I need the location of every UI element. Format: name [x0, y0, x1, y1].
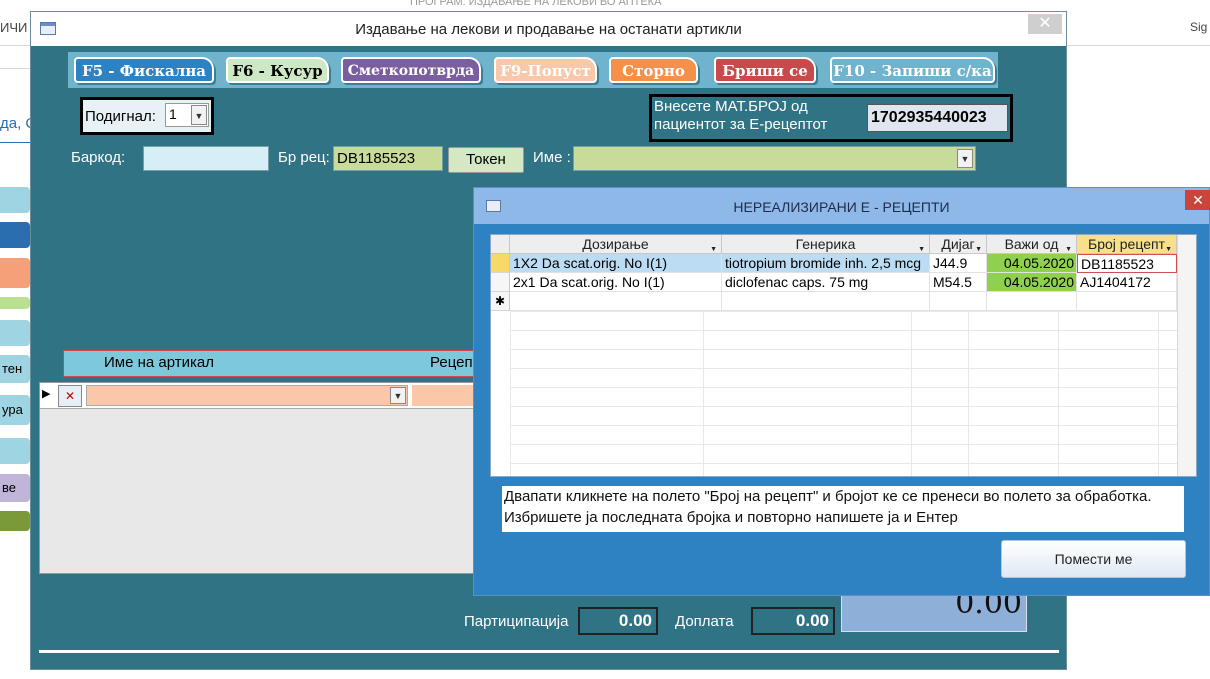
grid-line: [911, 311, 912, 476]
name-label: Име :: [533, 149, 571, 166]
background-side-button[interactable]: [0, 258, 30, 288]
instructions-text: Двапати кликнете на полето "Број на реце…: [502, 486, 1184, 532]
storno-button[interactable]: Сторно: [609, 57, 698, 83]
change-button[interactable]: F6 - Кусур: [226, 57, 329, 83]
save-button[interactable]: F10 - Запиши с/ка: [830, 57, 995, 83]
raised-by-box: Подигнал: 1 ▼: [80, 97, 214, 135]
background-divider: [0, 68, 30, 69]
article-grid: ▶ ✕ ▼: [39, 382, 480, 574]
column-header-generic[interactable]: Генерика ▼: [722, 235, 930, 254]
prescriptions-grid: Дозирање ▼ Генерика ▼ Дијаг ▼ Важи од ▼ Број…: [490, 234, 1197, 477]
cell-valid-from[interactable]: 04.05.2020: [987, 273, 1077, 292]
cell-recipe-number[interactable]: [1077, 292, 1177, 311]
column-header-valid-from[interactable]: Важи од ▼: [987, 235, 1077, 254]
article-name-combo[interactable]: ▼: [86, 385, 408, 406]
cell-valid-from[interactable]: 04.05.2020: [987, 254, 1077, 273]
fiscal-button[interactable]: F5 - Фискална: [74, 57, 214, 83]
mat-number-label: Внесете МАТ.БРОЈ од пациентот за Е-рецеп…: [654, 98, 828, 133]
row-selector[interactable]: [491, 254, 510, 273]
cell-generic[interactable]: tiotropium bromide inh. 2,5 mcg: [722, 254, 930, 273]
raised-by-select[interactable]: 1 ▼: [165, 103, 209, 127]
cell-diagnosis[interactable]: J44.9: [930, 254, 987, 273]
background-sign-link[interactable]: Sig: [1190, 20, 1207, 34]
cell-recipe-number[interactable]: AJ1404172: [1077, 273, 1177, 292]
delete-row-icon[interactable]: ✕: [58, 385, 82, 407]
barcode-input[interactable]: [143, 146, 269, 171]
select-all-corner[interactable]: [491, 235, 510, 254]
place-me-button[interactable]: Помести ме: [1001, 540, 1186, 578]
article-name-header: Име на артикал: [104, 354, 214, 371]
column-header-recipe-number[interactable]: Број рецепт ▼: [1077, 235, 1177, 254]
background-side-button[interactable]: [0, 222, 30, 248]
grid-scrollbar[interactable]: [1177, 235, 1196, 476]
grid-line: [1158, 311, 1159, 476]
cell-diagnosis[interactable]: M54.5: [930, 273, 987, 292]
background-side-button[interactable]: [0, 297, 30, 309]
cell-recipe-number[interactable]: DB1185523: [1077, 254, 1177, 273]
cell-generic[interactable]: [722, 292, 930, 311]
background-side-button[interactable]: [0, 511, 30, 531]
barcode-label: Баркод:: [71, 149, 126, 166]
participation-value: 0.00: [578, 607, 658, 635]
background-side-button[interactable]: ве: [0, 474, 30, 502]
delete-button[interactable]: Бриши се: [714, 57, 816, 83]
mat-number-input[interactable]: 1702935440023: [867, 104, 1008, 132]
grid-line: [968, 311, 969, 476]
total-amount: 0.00: [841, 589, 1027, 632]
popup-close-button[interactable]: ✕: [1185, 190, 1210, 210]
main-title-bar[interactable]: Издавање на лекови и продавање на остана…: [31, 12, 1066, 46]
recept-cell[interactable]: [412, 385, 480, 406]
background-window-title: ПРОГРАМ: ИЗДАВАЊЕ НА ЛЕКОВИ ВО АПТЕКА: [410, 0, 662, 8]
column-header-diagnosis[interactable]: Дијаг ▼: [930, 235, 987, 254]
recipe-number-label: Бр рец:: [278, 149, 330, 166]
mat-number-box: Внесете МАТ.БРОЈ од пациентот за Е-рецеп…: [649, 94, 1013, 142]
background-side-button[interactable]: ура: [0, 395, 30, 425]
token-button[interactable]: Токен: [448, 147, 524, 173]
surcharge-value: 0.00: [751, 607, 835, 635]
chevron-down-icon[interactable]: ▼: [191, 105, 207, 125]
empty-grid-area: [510, 311, 1177, 476]
chevron-down-icon[interactable]: ▼: [390, 387, 406, 404]
raised-by-label: Подигнал:: [85, 108, 156, 125]
cell-valid-from[interactable]: [987, 292, 1077, 311]
chevron-down-icon[interactable]: ▼: [957, 149, 973, 168]
background-side-button[interactable]: [0, 320, 30, 346]
background-divider: [0, 142, 30, 143]
popup-title: НЕРЕАЛИЗИРАНИ Е - РЕЦЕПТИ: [733, 199, 950, 215]
popup-title-bar[interactable]: НЕРЕАЛИЗИРАНИ Е - РЕЦЕПТИ ✕: [474, 188, 1210, 224]
cell-diagnosis[interactable]: [930, 292, 987, 311]
invoice-button[interactable]: Сметкопотврда: [341, 57, 481, 83]
column-header-dosage[interactable]: Дозирање ▼: [510, 235, 722, 254]
discount-button[interactable]: F9-Попуст: [494, 57, 597, 83]
row-selector[interactable]: [491, 273, 510, 292]
main-window-title: Издавање на лекови и продавање на остана…: [355, 21, 742, 38]
surcharge-label: Доплата: [675, 613, 734, 630]
patient-name-combo[interactable]: ▼: [573, 146, 976, 171]
unrealized-prescriptions-dialog: НЕРЕАЛИЗИРАНИ Е - РЕЦЕПТИ ✕ Дозирање ▼ Ге…: [473, 187, 1210, 596]
background-side-button[interactable]: [0, 187, 30, 213]
raised-by-value: 1: [169, 106, 177, 122]
main-close-button[interactable]: ✕: [1028, 14, 1062, 34]
footer-divider: [39, 650, 1059, 653]
recipe-number-input[interactable]: DB1185523: [333, 146, 443, 171]
grid-line: [1058, 311, 1059, 476]
cell-generic[interactable]: diclofenac caps. 75 mg: [722, 273, 930, 292]
grid-line: [703, 311, 704, 476]
cell-dosage[interactable]: 1X2 Da scat.orig. No I(1): [510, 254, 722, 273]
background-side-button[interactable]: [0, 438, 30, 464]
action-toolbar: F5 - Фискална F6 - Кусур Сметкопотврда F…: [68, 52, 998, 88]
background-side-button[interactable]: тен: [0, 355, 30, 383]
article-header-bar: Име на артикал Рецеп: [63, 350, 483, 377]
participation-label: Партиципација: [464, 613, 569, 630]
cell-dosage[interactable]: 2x1 Da scat.orig. No I(1): [510, 273, 722, 292]
article-row[interactable]: ▶ ✕ ▼: [40, 383, 480, 409]
new-row-icon[interactable]: ✱: [491, 292, 510, 311]
current-row-arrow-icon: ▶: [42, 388, 51, 400]
cell-dosage[interactable]: [510, 292, 722, 311]
recept-header: Рецеп: [430, 354, 473, 371]
background-left-text: ИЧИ: [0, 20, 28, 35]
